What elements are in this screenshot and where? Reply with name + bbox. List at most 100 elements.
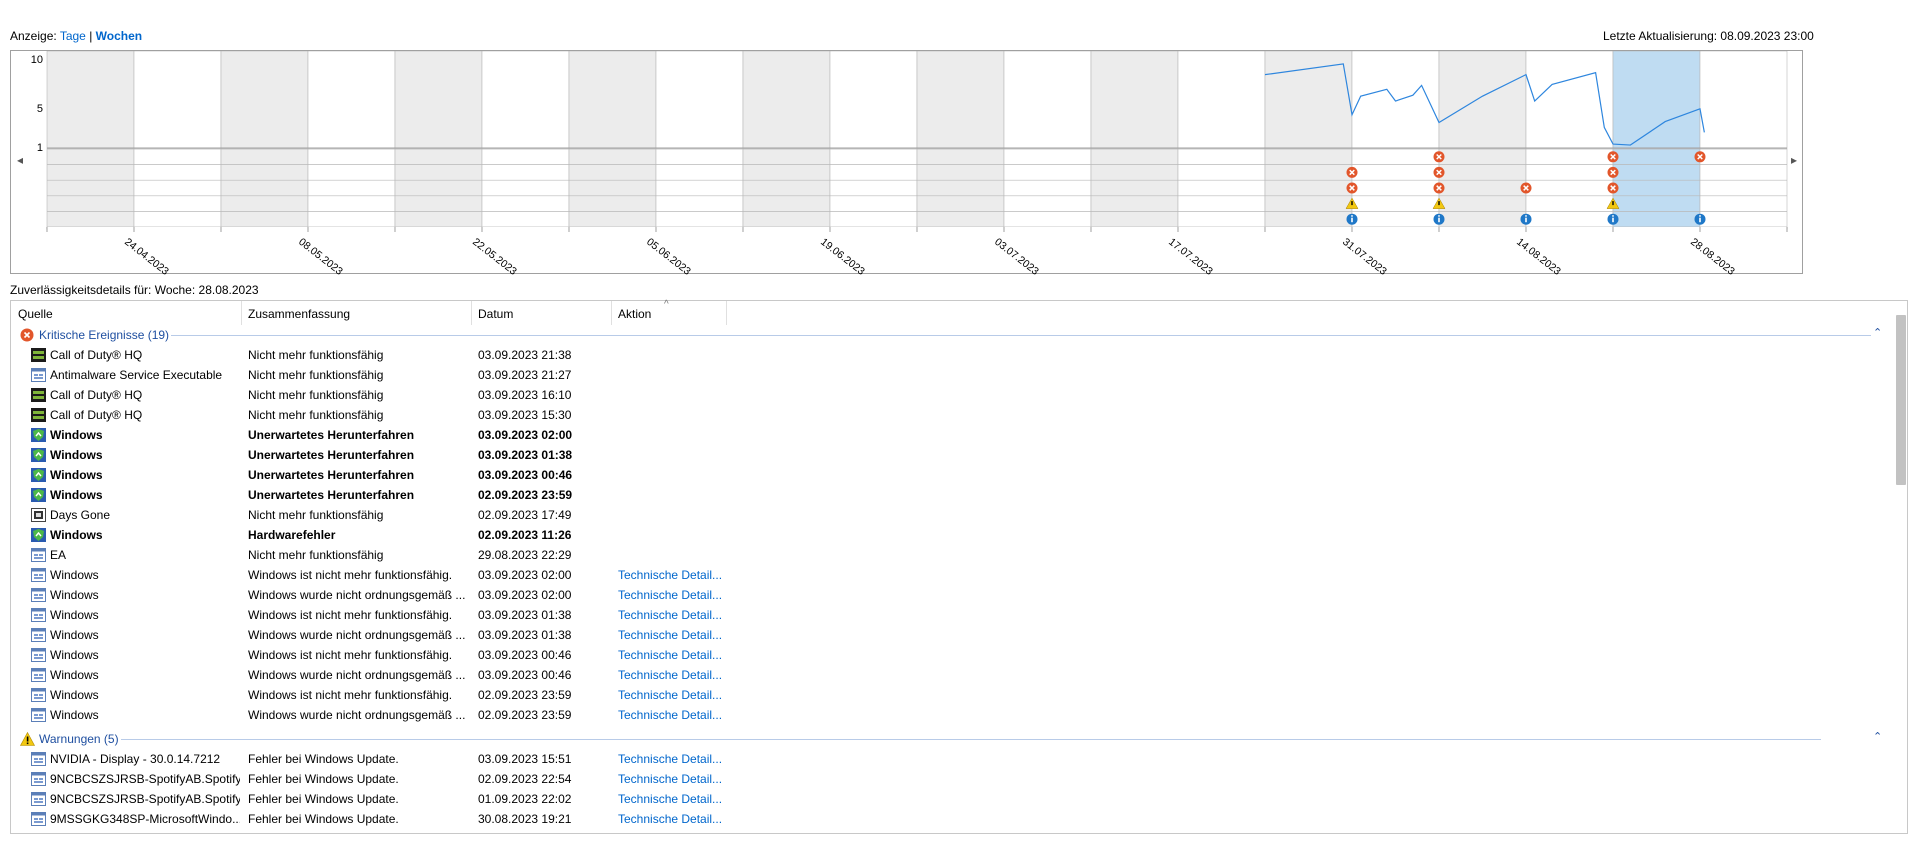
week-column[interactable] (1090, 51, 1179, 230)
technical-details-link[interactable]: Technische Detail... (618, 608, 728, 622)
app-generic-icon (31, 628, 46, 642)
row-date: 02.09.2023 23:59 (478, 488, 573, 502)
week-column[interactable] (1699, 51, 1788, 230)
table-row[interactable]: Antimalware Service Executable Nicht mehr… (11, 365, 1891, 385)
technical-details-link[interactable]: Technische Detail... (618, 772, 728, 786)
table-row[interactable]: EA Nicht mehr funktionsfähig 29.08.2023 22… (11, 545, 1891, 565)
row-date: 02.09.2023 17:49 (478, 508, 572, 522)
week-column[interactable] (1612, 51, 1701, 230)
row-source: Windows (50, 708, 99, 722)
row-summary: Windows wurde nicht ordnungsgemäß ... (248, 588, 466, 602)
week-column[interactable] (133, 51, 222, 230)
technical-details-link[interactable]: Technische Detail... (618, 752, 728, 766)
windows-shield-icon (31, 488, 46, 502)
week-column[interactable] (829, 51, 918, 230)
column-header-date[interactable]: Datum (478, 307, 513, 321)
app-generic-icon (31, 608, 46, 622)
week-column[interactable] (568, 51, 657, 230)
group-header-critical[interactable]: Kritische Ereignisse (19) ⌃ (11, 325, 1891, 345)
week-column[interactable] (1351, 51, 1440, 230)
scroll-left-arrow-icon[interactable]: ◂ (17, 153, 23, 167)
week-column[interactable] (220, 51, 309, 230)
column-header-summary[interactable]: Zusammenfassung (248, 307, 350, 321)
table-row[interactable]: Windows Unerwartetes Herunterfahren 03.09.… (11, 425, 1891, 445)
week-column[interactable] (481, 51, 570, 230)
technical-details-link[interactable]: Technische Detail... (618, 588, 728, 602)
row-source: Windows (50, 528, 103, 542)
app-generic-icon (31, 588, 46, 602)
table-row[interactable]: Windows Windows wurde nicht ordnungsgemäß… (11, 705, 1891, 725)
technical-details-link[interactable]: Technische Detail... (618, 688, 728, 702)
table-row[interactable]: Windows Windows ist nicht mehr funktionsf… (11, 685, 1891, 705)
week-column[interactable] (916, 51, 1005, 230)
week-column[interactable] (307, 51, 396, 230)
table-row[interactable]: Days Gone Nicht mehr funktionsfähig 02.09.… (11, 505, 1891, 525)
week-column[interactable] (1525, 51, 1614, 230)
table-row[interactable]: Windows Unerwartetes Herunterfahren 03.09.… (11, 445, 1891, 465)
week-column[interactable] (1003, 51, 1092, 230)
week-column[interactable] (1264, 51, 1353, 230)
weeks-link[interactable]: Wochen (96, 29, 142, 43)
vertical-scrollbar[interactable] (1896, 315, 1906, 485)
technical-details-link[interactable]: Technische Detail... (618, 668, 728, 682)
app-generic-icon (31, 368, 46, 382)
table-row[interactable]: Call of Duty® HQ Nicht mehr funktionsfähi… (11, 385, 1891, 405)
row-summary: Hardwarefehler (248, 528, 336, 542)
row-date: 03.09.2023 16:10 (478, 388, 572, 402)
technical-details-link[interactable]: Technische Detail... (618, 648, 728, 662)
table-row[interactable]: Call of Duty® HQ Nicht mehr funktionsfähi… (11, 405, 1891, 425)
group-title[interactable]: Kritische Ereignisse (19) (39, 328, 169, 342)
week-column[interactable] (655, 51, 744, 230)
row-summary: Fehler bei Windows Update. (248, 792, 399, 806)
row-summary: Fehler bei Windows Update. (248, 812, 399, 826)
table-row[interactable]: NVIDIA - Display - 30.0.14.7212 Fehler be… (11, 749, 1891, 769)
table-row[interactable]: Windows Unerwartetes Herunterfahren 03.09.… (11, 465, 1891, 485)
app-generic-icon (31, 752, 46, 766)
group-title[interactable]: Warnungen (5) (39, 732, 119, 746)
week-column[interactable] (46, 51, 135, 230)
table-header: Quelle Zusammenfassung Datum Aktion ^ (11, 299, 1891, 325)
row-summary: Unerwartetes Herunterfahren (248, 468, 415, 482)
view-separator: | (89, 29, 93, 43)
row-source: Windows (50, 608, 99, 622)
column-header-action[interactable]: Aktion (618, 307, 651, 321)
table-row[interactable]: Call of Duty® HQ Nicht mehr funktionsfähi… (11, 345, 1891, 365)
row-summary: Nicht mehr funktionsfähig (248, 348, 384, 362)
week-column[interactable] (1438, 51, 1527, 230)
table-row[interactable]: Windows Windows ist nicht mehr funktionsf… (11, 605, 1891, 625)
reliability-chart[interactable]: 1051AnwendungsfehlerWindows-FehlerVersch… (10, 50, 1803, 275)
table-row[interactable]: Windows Windows wurde nicht ordnungsgemäß… (11, 665, 1891, 685)
table-row[interactable]: 9NCBCSZSJRSB-SpotifyAB.Spotify... Fehler … (11, 789, 1891, 809)
scroll-right-arrow-icon[interactable]: ▸ (1791, 153, 1797, 167)
week-column[interactable] (394, 51, 483, 230)
table-row[interactable]: Windows Windows wurde nicht ordnungsgemäß… (11, 625, 1891, 645)
column-header-source[interactable]: Quelle (18, 307, 53, 321)
technical-details-link[interactable]: Technische Detail... (618, 628, 728, 642)
collapse-chevron-icon[interactable]: ⌃ (1873, 326, 1882, 339)
table-row[interactable]: Windows Windows wurde nicht ordnungsgemäß… (11, 585, 1891, 605)
table-row[interactable]: 9NCBCSZSJRSB-SpotifyAB.Spotify... Fehler … (11, 769, 1891, 789)
y-tick-label: 1 (37, 142, 43, 154)
details-title: Zuverlässigkeitsdetails für: Woche: 28.0… (10, 283, 259, 297)
app-generic-icon (31, 708, 46, 722)
week-column[interactable] (742, 51, 831, 230)
technical-details-link[interactable]: Technische Detail... (618, 568, 728, 582)
technical-details-link[interactable]: Technische Detail... (618, 792, 728, 806)
group-header-warnings[interactable]: Warnungen (5) ⌃ (11, 729, 1891, 749)
table-row[interactable]: 9MSSGKG348SP-MicrosoftWindo... Fehler bei… (11, 809, 1891, 829)
table-row[interactable]: Windows Hardwarefehler 02.09.2023 11:26 (11, 525, 1891, 545)
table-row[interactable]: Windows Windows ist nicht mehr funktionsf… (11, 645, 1891, 665)
row-date: 02.09.2023 11:26 (478, 528, 572, 542)
row-summary: Windows ist nicht mehr funktionsfähig. (248, 568, 453, 582)
collapse-chevron-icon[interactable]: ⌃ (1873, 730, 1882, 743)
technical-details-link[interactable]: Technische Detail... (618, 812, 728, 826)
info-marker-dot (1525, 215, 1527, 217)
table-row[interactable]: Windows Windows ist nicht mehr funktionsf… (11, 565, 1891, 585)
row-source: Windows (50, 588, 99, 602)
days-link[interactable]: Tage (60, 29, 86, 43)
week-column[interactable] (1177, 51, 1266, 230)
info-marker-dot (1438, 215, 1440, 217)
technical-details-link[interactable]: Technische Detail... (618, 708, 728, 722)
info-marker-dot (1612, 215, 1614, 217)
table-row[interactable]: Windows Unerwartetes Herunterfahren 02.09.… (11, 485, 1891, 505)
